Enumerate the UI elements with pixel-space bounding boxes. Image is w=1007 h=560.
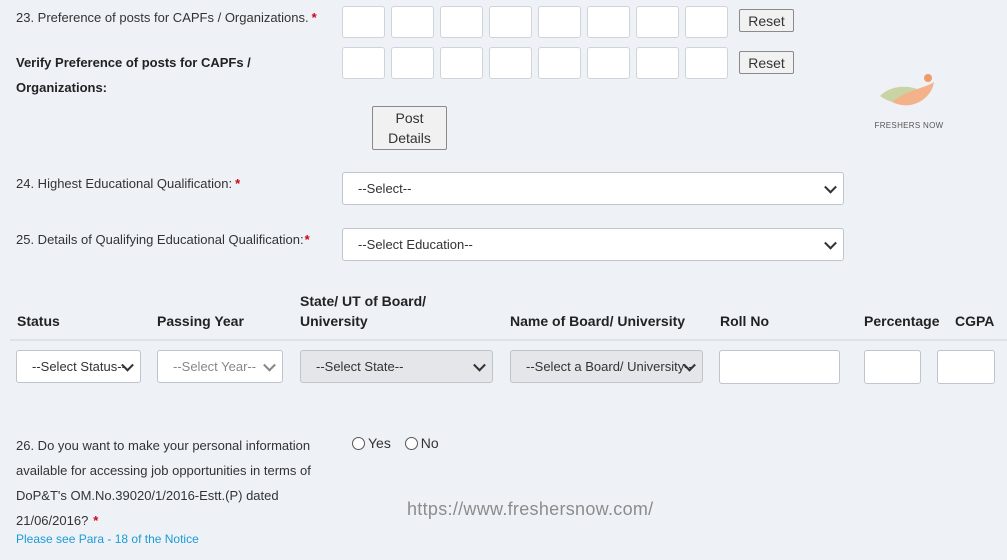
q25-label-text: 25. Details of Qualifying Educational Qu… (16, 232, 304, 247)
qualifying-education-select[interactable]: --Select Education-- (342, 228, 844, 261)
cgpa-input[interactable] (937, 350, 995, 384)
preference-box-7[interactable] (636, 6, 679, 38)
preference-box-4[interactable] (489, 6, 532, 38)
board-select[interactable]: --Select a Board/ University-- (510, 350, 703, 383)
radio-yes-label: Yes (368, 435, 391, 451)
percentage-input[interactable] (864, 350, 921, 384)
verify-box-5[interactable] (538, 47, 581, 79)
preference-box-5[interactable] (538, 6, 581, 38)
radio-no-label: No (420, 435, 439, 451)
radio-yes[interactable]: Yes (352, 435, 391, 451)
year-value: --Select Year-- (173, 359, 257, 374)
verify-label-line1: Verify Preference of posts for CAPFs / (16, 55, 251, 70)
header-board: Name of Board/ University (510, 313, 686, 329)
header-state-line2: University (300, 313, 368, 329)
verify-label-line2: Organizations: (16, 80, 108, 95)
verify-box-2[interactable] (391, 47, 434, 79)
verify-box-8[interactable] (685, 47, 728, 79)
reset-preference-button[interactable]: Reset (739, 9, 794, 32)
verify-box-3[interactable] (440, 47, 483, 79)
logo-text: FRESHERS NOW (874, 121, 944, 130)
q26-radio-group: Yes No (352, 435, 439, 451)
required-marker: * (93, 513, 99, 528)
radio-yes-circle-icon[interactable] (352, 437, 365, 450)
q26-line2: available for accessing job opportunitie… (16, 463, 311, 478)
preference-box-1[interactable] (342, 6, 385, 38)
chevron-down-icon (473, 358, 486, 372)
year-select[interactable]: --Select Year-- (157, 350, 283, 383)
highest-qualification-value: --Select-- (358, 181, 412, 196)
header-state-line1: State/ UT of Board/ (300, 293, 427, 309)
preference-box-2[interactable] (391, 6, 434, 38)
verify-label: Verify Preference of posts for CAPFs / O… (16, 50, 251, 100)
radio-no-circle-icon[interactable] (404, 437, 418, 450)
logo-graphic-icon (880, 74, 934, 106)
header-roll-no: Roll No (720, 313, 769, 329)
header-percentage: Percentage (864, 313, 940, 329)
radio-no[interactable]: No (404, 435, 439, 451)
highest-qualification-select[interactable]: --Select-- (342, 172, 844, 205)
preference-box-6[interactable] (587, 6, 630, 38)
q26-line3: DoP&T's OM.No.39020/1/2016-Estt.(P) date… (16, 488, 279, 503)
board-value: --Select a Board/ University-- (526, 359, 693, 374)
notice-link[interactable]: Please see Para - 18 of the Notice (16, 532, 199, 546)
verify-box-4[interactable] (489, 47, 532, 79)
q23-label-text: 23. Preference of posts for CAPFs / Orga… (16, 10, 309, 25)
header-passing-year: Passing Year (157, 313, 244, 329)
post-details-line1: Post (395, 110, 424, 126)
roll-no-input[interactable] (719, 350, 840, 384)
state-select[interactable]: --Select State-- (300, 350, 493, 383)
required-marker: * (235, 176, 241, 191)
required-marker: * (304, 232, 310, 247)
q24-label-text: 24. Highest Educational Qualification: (16, 176, 233, 191)
q26-line4: 21/06/2016? (16, 513, 89, 528)
state-value: --Select State-- (316, 359, 404, 374)
preference-box-3[interactable] (440, 6, 483, 38)
qualifying-education-value: --Select Education-- (358, 237, 473, 252)
verify-box-7[interactable] (636, 47, 679, 79)
required-marker: * (311, 10, 317, 25)
freshersnow-logo: FRESHERS NOW (872, 72, 946, 130)
q25-label: 25. Details of Qualifying Educational Qu… (16, 232, 310, 247)
reset-verify-button[interactable]: Reset (739, 51, 794, 74)
status-value: --Select Status-- (32, 359, 126, 374)
verify-box-1[interactable] (342, 47, 385, 79)
status-select[interactable]: --Select Status-- (16, 350, 141, 383)
header-cgpa: CGPA (955, 313, 995, 329)
watermark-url: https://www.freshersnow.com/ (407, 499, 654, 519)
header-state: State/ UT of Board/ University (300, 291, 426, 331)
verify-box-6[interactable] (587, 47, 630, 79)
chevron-down-icon (824, 180, 837, 194)
q24-label: 24. Highest Educational Qualification: * (16, 176, 240, 191)
chevron-down-icon (263, 358, 276, 372)
chevron-down-icon (824, 236, 837, 250)
post-details-line2: Details (388, 130, 431, 146)
preference-box-8[interactable] (685, 6, 728, 38)
table-divider (10, 339, 1007, 341)
q26-label: 26. Do you want to make your personal in… (16, 433, 311, 533)
q26-line1: 26. Do you want to make your personal in… (16, 438, 311, 453)
header-status: Status (17, 313, 60, 329)
post-details-button[interactable]: Post Details (372, 106, 447, 150)
q23-label: 23. Preference of posts for CAPFs / Orga… (16, 10, 317, 25)
